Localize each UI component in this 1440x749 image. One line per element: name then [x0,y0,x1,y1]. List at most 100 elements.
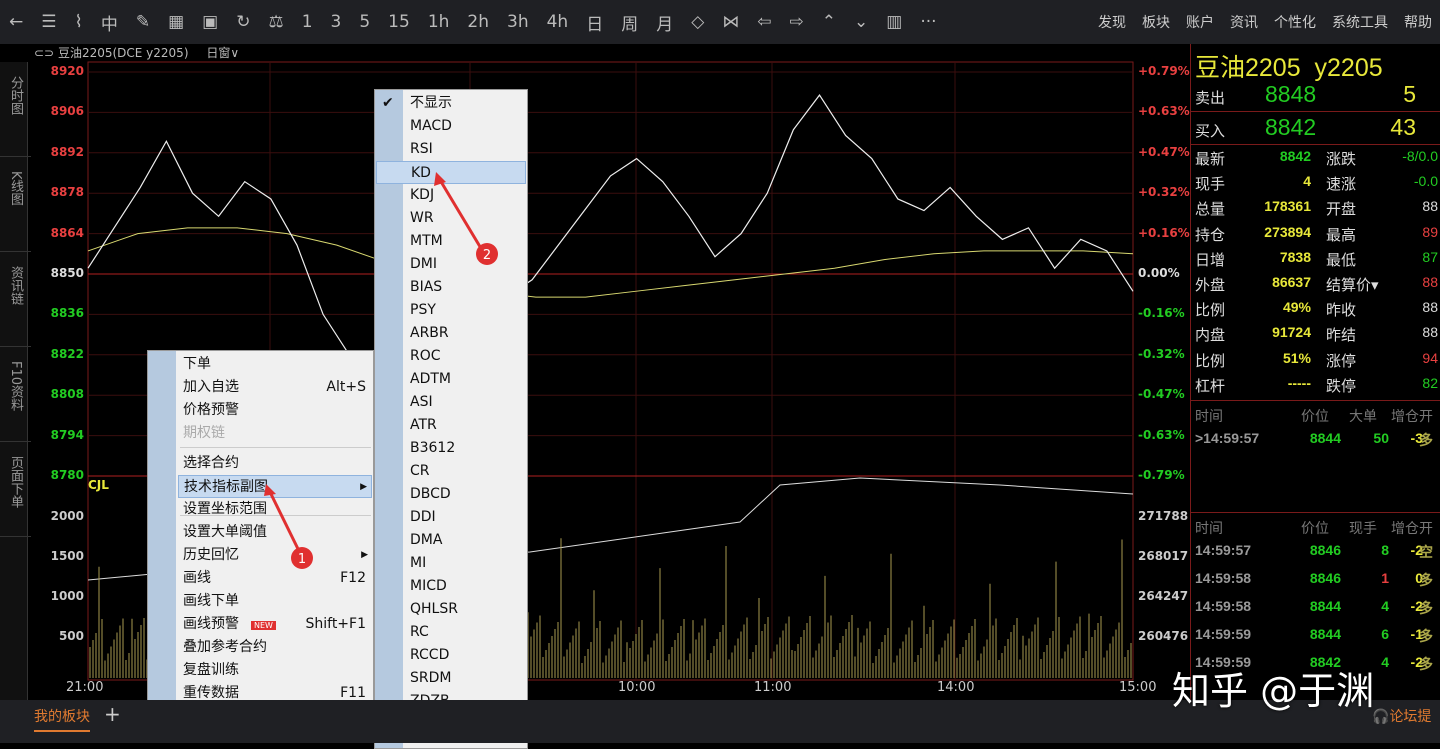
indicator-option[interactable]: PSY [376,299,526,322]
menu-item[interactable]: 下单 [178,353,372,376]
indicator-option[interactable]: KDJ [376,184,526,207]
shortcut: Alt+S [326,379,366,395]
indicator-option[interactable]: ✔ 不显示 [376,92,526,115]
indicator-label: ROC [410,348,441,364]
column-header: 增仓 [1391,520,1419,536]
add-tab-button[interactable]: + [104,702,121,726]
stat-value: 4 [1303,173,1311,190]
table-cell: 8846 [1309,542,1341,558]
column-header: 大单 [1349,408,1377,424]
indicator-option[interactable]: CR [376,460,526,483]
menu-item[interactable]: 画线 F12 [178,567,372,590]
menu-item[interactable]: 设置坐标范围 [178,498,372,521]
indicator-option[interactable]: ARBR [376,322,526,345]
table-cell: 4 [1381,598,1389,614]
avg-price-line [87,227,1134,298]
indicator-label: ADTM [410,371,451,387]
pct-tick: +0.47% [1138,144,1190,159]
oi-tick: 268017 [1138,549,1189,563]
menu-item[interactable]: 画线下单 [178,590,372,613]
indicator-label: WR [410,210,434,226]
indicator-option[interactable]: DDI [376,506,526,529]
column-header: 增仓 [1391,408,1419,424]
indicator-option[interactable]: MACD [376,115,526,138]
indicator-option[interactable]: QHLSR [376,598,526,621]
menu-item[interactable]: 历史回忆 ▶ [178,544,372,567]
top-menu-item[interactable]: 资讯 [1222,12,1266,32]
stat-label: 昨收 [1326,302,1357,320]
menu-item[interactable]: 复盘训练 [178,659,372,682]
indicator-option[interactable]: DMI [376,253,526,276]
sell-price: 8848 [1265,81,1317,107]
menu-item[interactable]: 画线预警 NEW Shift+F1 [178,613,372,636]
table-cell: 多 [1419,432,1433,448]
tab-my-sectors[interactable]: 我的板块 [34,706,90,732]
indicator-label: MACD [410,118,452,134]
indicator-option[interactable]: RCCD [376,644,526,667]
new-badge: NEW [251,621,276,630]
forum-link[interactable]: 🎧论坛提 [1372,706,1431,726]
indicator-option[interactable]: MTM [376,230,526,253]
indicator-option[interactable]: ASI [376,391,526,414]
table-cell: >14:59:57 [1195,430,1260,446]
indicator-option[interactable]: MI [376,552,526,575]
pct-tick: -0.32% [1138,346,1185,361]
pct-tick: +0.63% [1138,104,1190,119]
indicator-option[interactable]: WR [376,207,526,230]
stat-label: 最新 [1195,151,1226,168]
indicator-label: RC [410,624,429,640]
menu-item[interactable]: 设置大单阈值 [178,521,372,544]
shortcut: F12 [340,570,366,586]
divider [1191,144,1440,145]
indicator-label: RSI [410,141,433,157]
time-tick: 11:00 [754,680,792,695]
menu-item[interactable]: 价格预警 [178,399,372,422]
indicator-option[interactable]: SRDM [376,667,526,690]
indicator-option[interactable]: DBCD [376,483,526,506]
menu-item-label: 复盘训练 [183,662,239,678]
time-tick: 10:00 [618,680,656,695]
menu-item[interactable]: 叠加参考合约 [178,636,372,659]
indicator-option[interactable]: ATR [376,414,526,437]
indicator-option[interactable]: DMA [376,529,526,552]
menu-item[interactable]: 技术指标副图 ▶ [178,475,372,498]
submenu-arrow-icon: ▶ [361,550,368,560]
stat-value: 91724 [1272,324,1311,341]
indicator-option[interactable]: MICD [376,575,526,598]
stat-value: 273894 [1264,223,1311,240]
price-tick: 8906 [50,104,84,119]
quote-panel: 豆油2205 y2205 卖出 8848 5 买入 8842 43 最新 8842 涨跌 -8/0.… [1190,44,1440,700]
stat-value: 88 [1422,299,1438,316]
menu-item[interactable]: 选择合约 [178,452,372,475]
indicator-option[interactable]: ROC [376,345,526,368]
indicator-option[interactable]: RSI [376,138,526,161]
menu-item-label: 期权链 [183,425,225,441]
indicator-option[interactable]: BIAS [376,276,526,299]
pct-tick: +0.16% [1138,225,1190,240]
pct-tick: -0.63% [1138,427,1185,442]
oi-tick: 260476 [1138,629,1189,643]
table-cell: 6 [1381,626,1389,642]
menu-item[interactable]: 加入自选 Alt+S [178,376,372,399]
indicator-label: ARBR [410,325,449,341]
table-cell: 1 [1381,570,1389,586]
stat-value: 88 [1422,198,1438,215]
top-menu-item[interactable]: 帮助 [1396,12,1440,32]
indicator-label: DMI [410,256,437,272]
stat-label: 最高 [1326,226,1357,244]
indicator-option[interactable]: RC [376,621,526,644]
menu-item[interactable]: 期权链 [178,422,372,445]
top-menu-item[interactable]: 系统工具 [1324,12,1396,32]
volume-tick: 1000 [50,589,84,603]
stat-label: 持仓 [1195,226,1226,244]
column-header: 时间 [1195,520,1223,536]
stat-value: 87 [1422,248,1438,265]
indicator-option[interactable]: B3612 [376,437,526,460]
stat-label: 比例 [1195,352,1226,370]
indicator-label: B3612 [410,440,456,456]
indicator-label: 不显示 [410,95,452,111]
indicator-option[interactable]: ADTM [376,368,526,391]
top-menu-item[interactable]: 个性化 [1266,12,1324,32]
stat-value: ----- [1287,374,1311,391]
indicator-option[interactable]: KD [376,161,526,184]
